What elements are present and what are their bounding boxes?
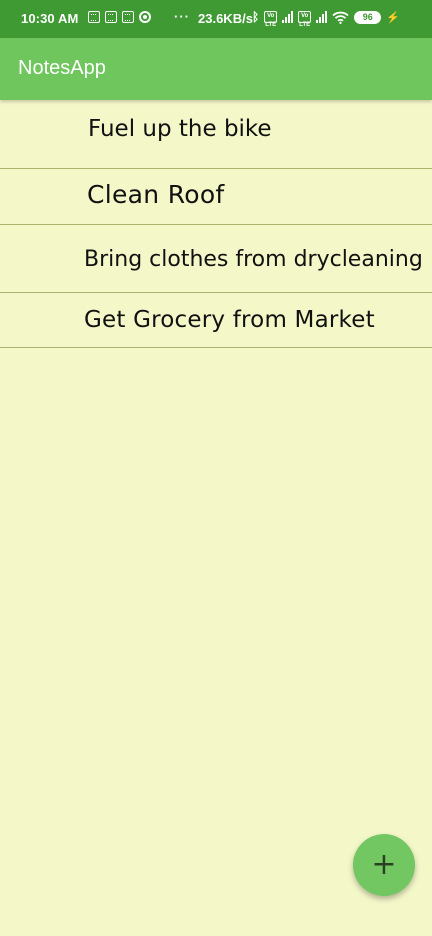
add-note-button[interactable]: + bbox=[353, 834, 415, 896]
grid-notification-icon bbox=[88, 11, 100, 23]
grid-notification-icon bbox=[105, 11, 117, 23]
plus-icon: + bbox=[371, 847, 397, 882]
note-text: Get Grocery from Market bbox=[84, 307, 375, 333]
note-item[interactable]: Clean Roof bbox=[0, 169, 432, 225]
note-text: Fuel up the bike bbox=[88, 116, 272, 142]
note-text: Clean Roof bbox=[87, 180, 225, 209]
volte-icon: Vo LTE bbox=[264, 11, 278, 28]
note-item[interactable]: Fuel up the bike bbox=[0, 100, 432, 169]
network-speed: 23.6KB/s bbox=[198, 11, 253, 26]
signal-icon bbox=[316, 11, 328, 23]
circle-notification-icon bbox=[139, 11, 151, 23]
signal-icon bbox=[282, 11, 294, 23]
notes-list: Fuel up the bike Clean Roof Bring clothe… bbox=[0, 100, 432, 348]
volte-icon: Vo LTE bbox=[298, 11, 312, 28]
status-right-icons: ᛒ Vo LTE Vo LTE 96 ⚡ bbox=[252, 10, 400, 28]
more-notifications-icon: ··· bbox=[174, 9, 190, 24]
note-item[interactable]: Get Grocery from Market bbox=[0, 293, 432, 348]
notification-icons bbox=[88, 11, 151, 23]
note-text: Bring clothes from drycleaning bbox=[84, 247, 423, 272]
battery-icon: 96 bbox=[354, 10, 382, 24]
charging-icon: ⚡ bbox=[386, 11, 400, 24]
wifi-icon bbox=[332, 11, 349, 24]
grid-notification-icon bbox=[122, 11, 134, 23]
bluetooth-icon: ᛒ bbox=[252, 10, 260, 24]
status-bar: 10:30 AM ··· 23.6KB/s ᛒ Vo LTE Vo LTE 96… bbox=[0, 0, 432, 38]
status-time: 10:30 AM bbox=[21, 11, 79, 26]
note-item[interactable]: Bring clothes from drycleaning bbox=[0, 225, 432, 293]
app-bar: NotesApp bbox=[0, 38, 432, 100]
app-title: NotesApp bbox=[18, 57, 106, 79]
